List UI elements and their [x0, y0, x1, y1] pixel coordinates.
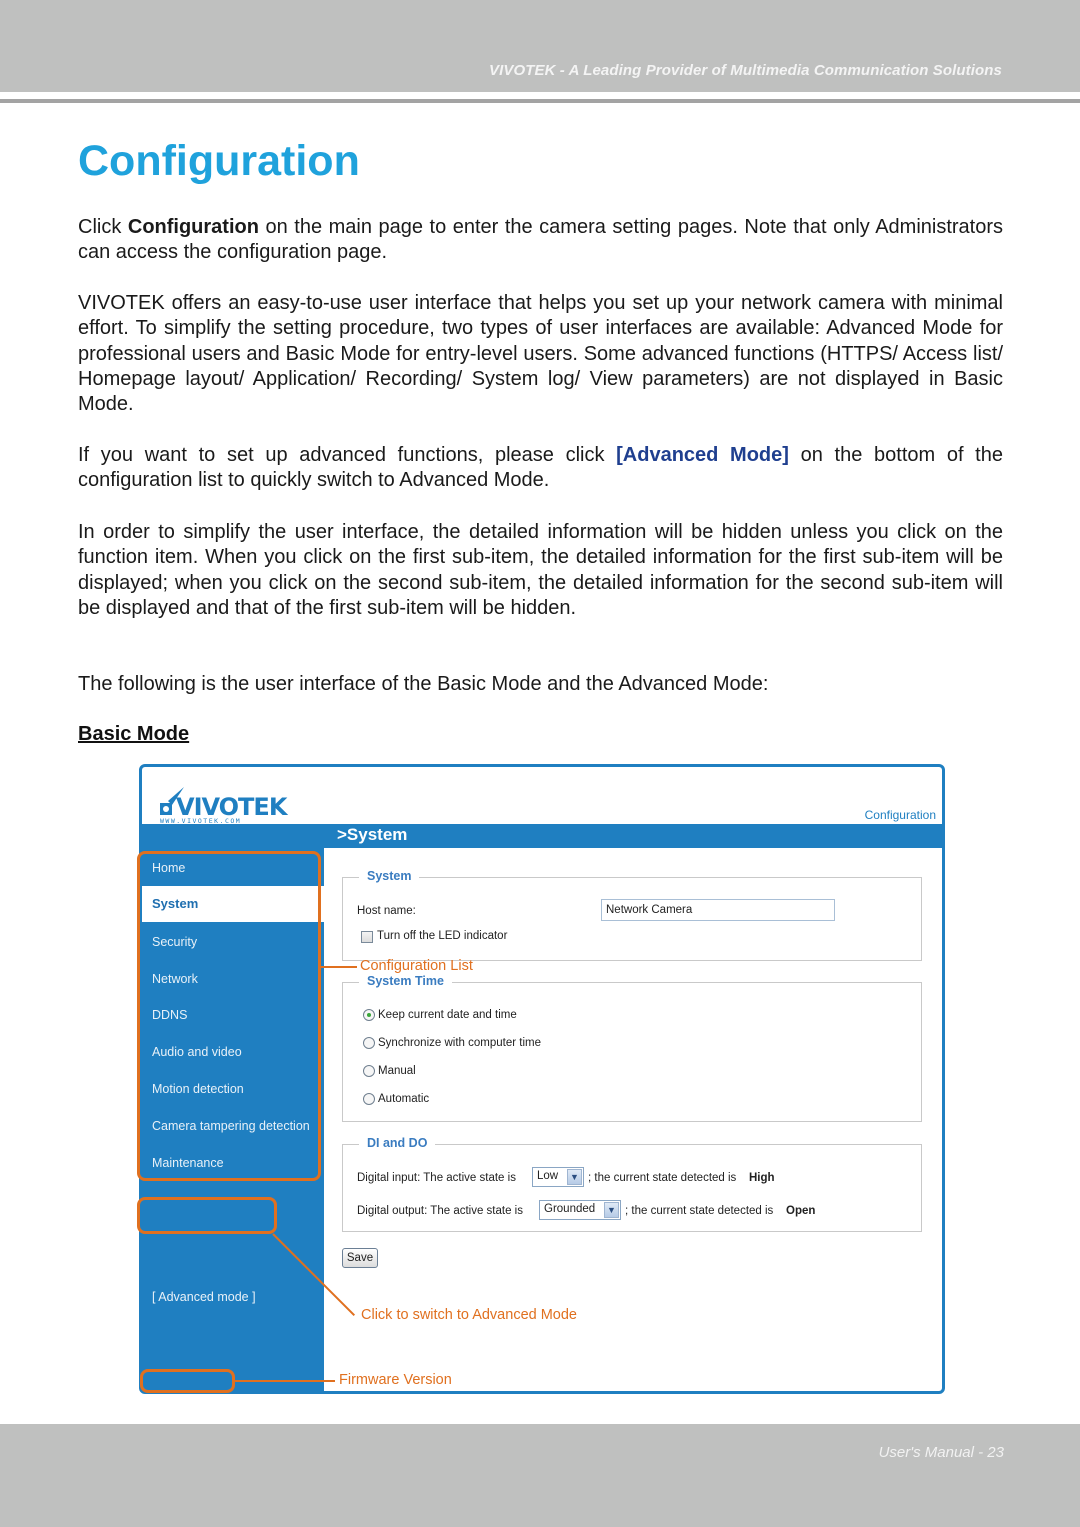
- vivotek-logo-icon: VIVOTEK WWW.VIVOTEK.COM: [156, 787, 290, 825]
- annotation-firmware: Firmware Version: [339, 1372, 452, 1388]
- radio-keep-current-label: Keep current date and time: [378, 1009, 517, 1021]
- host-name-input[interactable]: [601, 899, 835, 921]
- advanced-mode-link[interactable]: [ Advanced mode ]: [152, 1290, 256, 1304]
- modes-paragraph: VIVOTEK offers an easy-to-use user inter…: [78, 292, 1003, 416]
- page-number: User's Manual - 23: [878, 1444, 1004, 1461]
- led-checkbox-label: Turn off the LED indicator: [377, 930, 508, 942]
- system-time-fieldset: System Time Keep current date and time S…: [342, 974, 922, 1122]
- annotation-box-advanced-mode: [137, 1197, 277, 1234]
- advanced-mode-reference: [Advanced Mode]: [616, 444, 789, 466]
- intro-paragraph: Click Configuration on the main page to …: [78, 215, 1003, 266]
- digital-output-label: Digital output: The active state is: [357, 1205, 523, 1217]
- header-tagline: VIVOTEK - A Leading Provider of Multimed…: [488, 62, 1002, 79]
- radio-automatic[interactable]: [363, 1093, 375, 1105]
- annotation-box-config-list: [137, 851, 321, 1181]
- text: If you want to set up advanced functions…: [78, 444, 617, 466]
- system-legend: System: [359, 869, 420, 883]
- digital-output-state: Open: [786, 1205, 816, 1217]
- digital-input-select[interactable]: Low ▼: [532, 1167, 584, 1187]
- digital-output-select[interactable]: Grounded ▼: [539, 1200, 621, 1220]
- annotation-config-list: Configuration List: [360, 958, 473, 974]
- dido-legend: DI and DO: [359, 1136, 436, 1150]
- text: Click: [78, 216, 128, 238]
- title-bar: >System: [142, 824, 942, 848]
- digital-input-state: High: [749, 1172, 775, 1184]
- header-rule: [0, 99, 1080, 103]
- annotation-line-config-list: [321, 966, 357, 968]
- digital-input-state-label: ; the current state detected is: [588, 1172, 737, 1184]
- radio-manual[interactable]: [363, 1065, 375, 1077]
- advanced-paragraph: If you want to set up advanced functions…: [78, 443, 1003, 494]
- radio-sync-computer[interactable]: [363, 1037, 375, 1049]
- bold-term: Configuration: [127, 216, 259, 238]
- host-name-label: Host name:: [357, 905, 416, 917]
- header-band: VIVOTEK - A Leading Provider of Multimed…: [0, 0, 1080, 92]
- annotation-box-firmware: [140, 1369, 235, 1393]
- system-fieldset: System Host name: Turn off the LED indic…: [342, 869, 922, 961]
- configuration-link[interactable]: Configuration: [865, 808, 936, 822]
- chevron-down-icon: ▼: [567, 1169, 582, 1185]
- annotation-advanced-mode: Click to switch to Advanced Mode: [361, 1307, 577, 1323]
- following-paragraph: The following is the user interface of t…: [78, 673, 769, 695]
- digital-output-value: Grounded: [544, 1203, 596, 1215]
- radio-sync-computer-label: Synchronize with computer time: [378, 1037, 541, 1049]
- footer-band: User's Manual - 23: [0, 1424, 1080, 1527]
- annotation-line-firmware: [235, 1380, 335, 1382]
- digital-output-state-label: ; the current state detected is: [625, 1205, 774, 1217]
- save-button[interactable]: Save: [342, 1248, 378, 1268]
- subitem-paragraph: In order to simplify the user interface,…: [78, 521, 1003, 619]
- system-time-legend: System Time: [359, 974, 452, 988]
- section-title: >System: [337, 825, 408, 844]
- radio-automatic-label: Automatic: [378, 1093, 430, 1105]
- dido-fieldset: DI and DO Digital input: The active stat…: [342, 1136, 922, 1232]
- digital-input-label: Digital input: The active state is: [357, 1172, 516, 1184]
- digital-input-value: Low: [537, 1170, 559, 1182]
- led-checkbox[interactable]: [361, 931, 373, 943]
- chevron-down-icon: ▼: [604, 1202, 619, 1218]
- page-title: Configuration: [78, 137, 360, 185]
- radio-keep-current[interactable]: [363, 1009, 375, 1021]
- radio-manual-label: Manual: [378, 1065, 416, 1077]
- section-heading-basic-mode: Basic Mode: [78, 723, 190, 745]
